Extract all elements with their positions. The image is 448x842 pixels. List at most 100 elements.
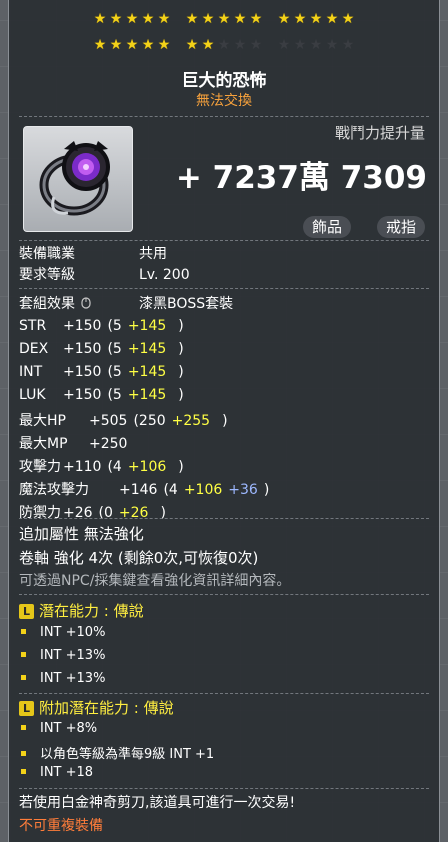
bonus-potential-line: 以角色等級為準每9級 INT +1	[21, 743, 214, 762]
bullet-icon	[21, 629, 26, 634]
stat-row: 攻擊力 +110 (4 +106)	[19, 456, 190, 476]
potential-line: INT +13%	[21, 671, 105, 686]
stat-base: (4	[107, 459, 122, 475]
stat-label: 最大MP	[19, 436, 68, 452]
stat-row: DEX +150 (5 +145)	[19, 341, 190, 357]
stat-bonus: +145	[127, 341, 167, 357]
stat-base: (4	[163, 482, 178, 498]
stat-base: (5	[107, 387, 122, 403]
job-row: 裝備職業 共用	[19, 243, 167, 263]
stat-row: 魔法攻擊力 +146 (4 +106 +36)	[19, 479, 275, 499]
legendary-badge-icon: L	[19, 604, 34, 619]
stat-close: )	[178, 318, 184, 334]
stat-close: )	[263, 482, 270, 498]
stat-row: INT +150 (5 +145)	[19, 364, 190, 380]
divider	[19, 240, 429, 241]
potential-title: 潛在能力 : 傳說	[39, 602, 144, 620]
dark-ring-icon	[39, 141, 110, 216]
enhance-hint: 可透過NPC/採集鍵查看強化資訊詳細內容。	[19, 573, 291, 589]
bonus-potential-line: INT +18	[21, 765, 93, 780]
item-name: 巨大的恐怖	[181, 71, 267, 91]
bullet-icon	[21, 751, 26, 756]
type-tag: 戒指	[376, 216, 425, 238]
added-attr: 追加屬性 無法強化	[19, 525, 144, 543]
power-gain-value: + 7237萬 7309	[175, 160, 427, 196]
stat-row: LUK +150 (5 +145)	[19, 387, 190, 403]
divider	[19, 518, 429, 519]
star-group: ★ ★ ★ ★ ★	[277, 37, 355, 53]
no-duplicate-note: 不可重複裝備	[19, 818, 103, 834]
stat-close: )	[178, 459, 184, 475]
legendary-badge-icon: L	[19, 701, 34, 716]
category-tag: 飾品	[302, 216, 351, 238]
divider	[19, 788, 429, 789]
stat-total: +150	[63, 318, 102, 334]
star-group: ★ ★ ★ ★ ★	[185, 37, 263, 53]
bullet-icon	[21, 769, 26, 774]
potential-header: L 潛在能力 : 傳說	[19, 600, 144, 621]
stat-close: )	[222, 413, 228, 429]
stat-base: (5	[107, 341, 122, 357]
stat-label: LUK	[19, 387, 46, 403]
stat-total: +150	[63, 364, 102, 380]
stat-bonus: +145	[127, 364, 167, 380]
stat-close: )	[178, 387, 184, 403]
level-row: 要求等級 Lv. 200	[19, 264, 190, 284]
divider	[19, 594, 429, 595]
bonus-potential-line: INT +8%	[21, 721, 97, 736]
stat-close: )	[178, 364, 184, 380]
stat-label: 防禦力	[19, 505, 61, 521]
bonus-potential-title: 附加潛在能力 : 傳說	[39, 699, 174, 717]
stat-total: +150	[63, 387, 102, 403]
level-label: 要求等級	[19, 267, 75, 283]
item-icon-frame	[23, 126, 133, 232]
level-value: Lv. 200	[139, 267, 190, 283]
stat-label: 最大HP	[19, 413, 66, 429]
bullet-icon	[21, 725, 26, 730]
stat-bonus: +145	[127, 387, 167, 403]
bullet-icon	[21, 675, 26, 680]
star-group: ★ ★ ★ ★ ★	[277, 11, 355, 27]
star-group: ★ ★ ★ ★ ★	[185, 11, 263, 27]
bullet-icon	[21, 652, 26, 657]
scissors-note: 若使用白金神奇剪刀,該道具可進行一次交易!	[19, 795, 296, 811]
star-group: ★ ★ ★ ★ ★	[93, 37, 171, 53]
stat-base: (5	[107, 318, 122, 334]
stat-total: +146	[119, 482, 158, 498]
mouse-icon	[81, 297, 91, 309]
stat-total: +250	[89, 436, 128, 452]
trade-status: 無法交換	[196, 93, 252, 109]
stat-bonus: +255	[171, 413, 211, 429]
set-label: 套組效果	[19, 296, 75, 312]
stat-base: (5	[107, 364, 122, 380]
divider	[19, 288, 429, 289]
stat-row: 最大MP +250	[19, 433, 157, 453]
stat-label: DEX	[19, 341, 49, 357]
star-force-row-2: ★ ★ ★ ★ ★ ★ ★ ★ ★ ★ ★ ★ ★ ★ ★	[9, 38, 439, 52]
stat-total: +110	[63, 459, 102, 475]
stat-label: INT	[19, 364, 43, 380]
stat-total: +505	[89, 413, 128, 429]
divider	[19, 116, 429, 117]
stat-bonus: +106	[183, 482, 223, 498]
power-gain-label: 戰鬥力提升量	[334, 124, 425, 142]
scroll-info: 卷軸 強化 4次 (剩餘0次,可恢復0次)	[19, 549, 259, 567]
stat-row: 防禦力 +26 (0 +26)	[19, 502, 172, 522]
star-group: ★ ★ ★ ★ ★	[93, 11, 171, 27]
job-label: 裝備職業	[19, 246, 75, 262]
stat-bonus: +106	[127, 459, 167, 475]
bonus-potential-header: L 附加潛在能力 : 傳說	[19, 697, 174, 718]
potential-line: INT +10%	[21, 625, 105, 640]
stat-label: 攻擊力	[19, 459, 61, 475]
item-tooltip: ★ ★ ★ ★ ★ ★ ★ ★ ★ ★ ★ ★ ★ ★ ★ ★ ★ ★ ★ ★ ★ ★ ★ ★ ★ ★ ★ ★ ★ ★ 巨大的恐…	[8, 0, 440, 842]
star-force-row-1: ★ ★ ★ ★ ★ ★ ★ ★ ★ ★ ★ ★ ★ ★ ★	[9, 12, 439, 26]
potential-line: INT +13%	[21, 648, 105, 663]
stat-bonus: +145	[127, 318, 167, 334]
divider	[19, 693, 429, 694]
set-effect-row[interactable]: 套組效果 漆黑BOSS套裝	[19, 293, 233, 313]
stat-total: +150	[63, 341, 102, 357]
stat-bonus2: +36	[228, 482, 258, 498]
stat-close: )	[178, 341, 184, 357]
job-value: 共用	[139, 246, 167, 262]
stat-label: 魔法攻擊力	[19, 482, 89, 498]
